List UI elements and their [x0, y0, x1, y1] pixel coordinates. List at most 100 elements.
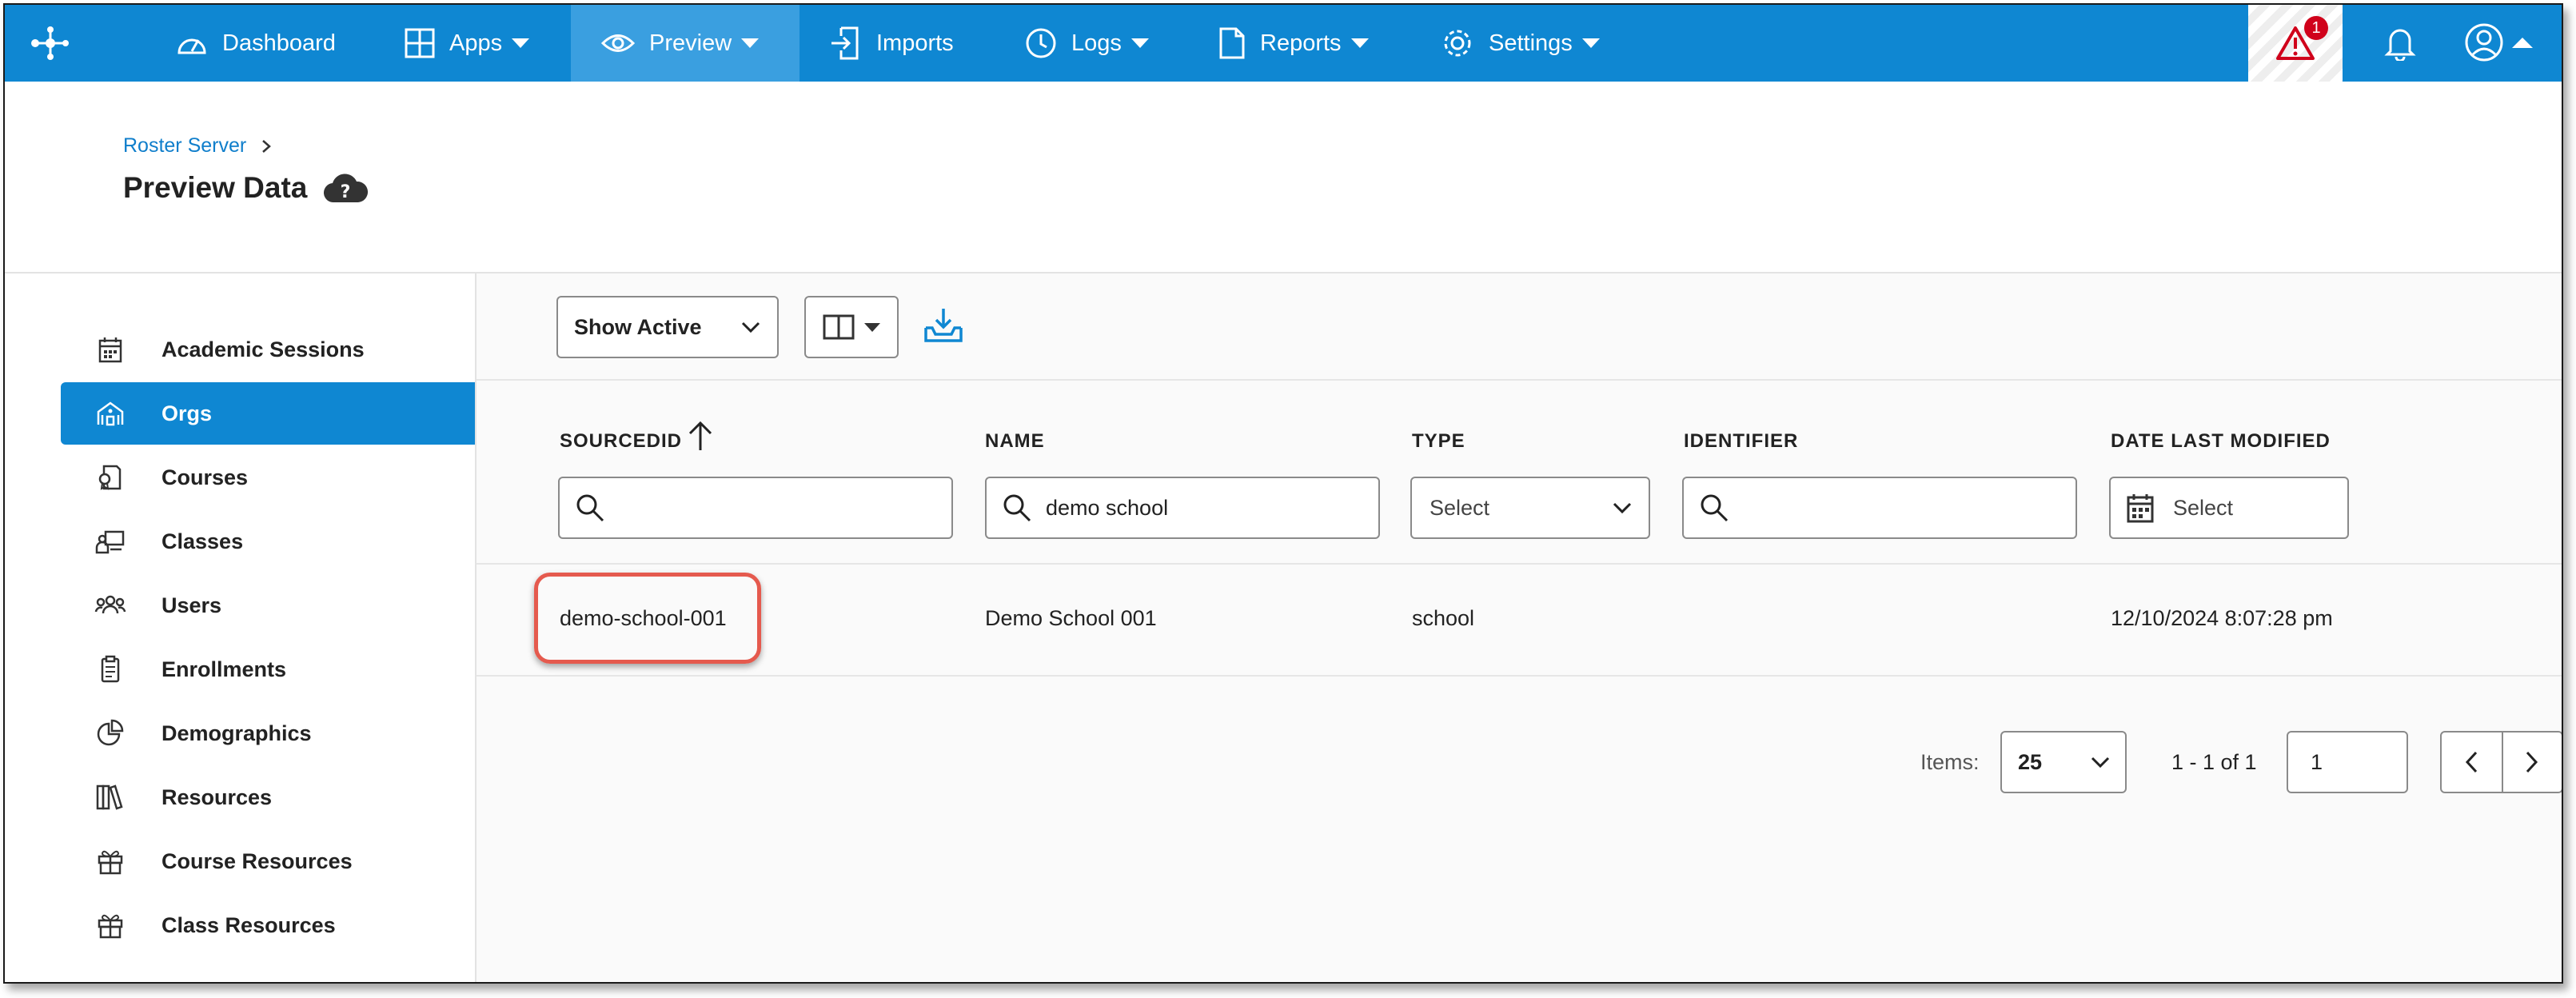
- chevron-down-icon: [2091, 756, 2110, 768]
- nav-apps-label: Apps: [449, 30, 503, 56]
- nav-reports[interactable]: Reports: [1218, 5, 1369, 82]
- sidebar-item-label: Resources: [161, 784, 273, 809]
- nav-settings[interactable]: Settings: [1441, 5, 1600, 82]
- nav-apps[interactable]: Apps: [405, 5, 530, 82]
- sidebar-item-academic-sessions[interactable]: Academic Sessions: [61, 318, 475, 381]
- eye-icon: [601, 34, 635, 52]
- nav-imports[interactable]: Imports: [830, 5, 954, 82]
- top-navigation-bar: Dashboard Apps Preview Imports Logs Repo…: [5, 5, 2562, 82]
- table-divider: [477, 675, 2562, 677]
- previous-page-button[interactable]: [2442, 733, 2503, 792]
- calendar-icon: [2127, 494, 2154, 523]
- svg-text:?: ?: [341, 182, 351, 202]
- column-header-date-last-modified[interactable]: DATE LAST MODIFIED: [2111, 430, 2331, 453]
- column-header-type[interactable]: TYPE: [1412, 430, 1465, 453]
- sidebar-item-enrollments[interactable]: Enrollments: [61, 638, 475, 701]
- status-filter-select[interactable]: Show Active: [556, 296, 779, 358]
- column-layout-button[interactable]: [804, 296, 899, 358]
- cell-date-last-modified: 12/10/2024 8:07:28 pm: [2111, 606, 2333, 630]
- nav-logs[interactable]: Logs: [1025, 5, 1149, 82]
- chevron-down-icon: [741, 38, 760, 48]
- column-header-identifier[interactable]: IDENTIFIER: [1684, 430, 1798, 453]
- chevron-right-icon: [2526, 751, 2538, 773]
- page-title-text: Preview Data: [123, 171, 308, 204]
- chevron-down-icon: [512, 38, 530, 48]
- columns-icon: [823, 314, 855, 340]
- classroom-icon: [95, 530, 125, 554]
- alerts-button[interactable]: 1: [2248, 5, 2343, 82]
- date-filter-picker[interactable]: Select: [2109, 477, 2349, 539]
- column-header-name[interactable]: NAME: [985, 430, 1045, 453]
- identifier-filter-input[interactable]: [1682, 477, 2077, 539]
- user-avatar-icon: [2465, 23, 2503, 62]
- column-header-sourcedid[interactable]: SOURCEDID: [560, 421, 714, 453]
- chevron-down-icon: [1581, 38, 1600, 48]
- sidebar-item-label: Class Resources: [161, 912, 336, 937]
- search-icon: [1701, 494, 1729, 522]
- sidebar-item-label: Users: [161, 593, 222, 617]
- import-icon: [831, 26, 859, 60]
- caret-down-icon: [864, 322, 880, 332]
- gift-box-icon: [98, 914, 123, 939]
- chevron-down-icon: [1350, 38, 1369, 48]
- network-logo-icon[interactable]: [29, 26, 72, 61]
- sidebar-item-classes[interactable]: Classes: [61, 510, 475, 573]
- sidebar-item-label: Orgs: [161, 401, 213, 425]
- column-header-label: DATE LAST MODIFIED: [2111, 430, 2331, 452]
- alert-count-badge: 1: [2304, 16, 2328, 40]
- gear-icon: [1444, 30, 1471, 57]
- cloud-help-icon[interactable]: ?: [323, 172, 369, 204]
- sidebar-item-orgs[interactable]: Orgs: [61, 382, 475, 445]
- nav-dashboard[interactable]: Dashboard: [176, 5, 336, 82]
- building-icon: [97, 401, 124, 426]
- sourcedid-filter-input[interactable]: [558, 477, 953, 539]
- course-icon: [98, 465, 122, 490]
- sidebar-item-label: Demographics: [161, 721, 312, 745]
- chevron-down-icon: [1613, 502, 1632, 514]
- highlight-callout: [534, 573, 761, 664]
- type-filter-value: Select: [1430, 495, 1490, 520]
- sidebar-item-courses[interactable]: Courses: [61, 446, 475, 509]
- search-icon: [1003, 494, 1031, 522]
- sidebar-item-users[interactable]: Users: [61, 574, 475, 637]
- sidebar-item-class-resources[interactable]: Class Resources: [61, 894, 475, 956]
- chevron-up-icon: [2512, 37, 2533, 48]
- chevron-down-icon: [741, 321, 760, 333]
- user-menu[interactable]: [2464, 22, 2533, 62]
- download-icon[interactable]: [923, 305, 964, 345]
- chevron-right-icon: [262, 139, 272, 153]
- pagination-range: 1 - 1 of 1: [2171, 750, 2257, 774]
- calendar-icon: [98, 337, 122, 363]
- nav-imports-label: Imports: [876, 30, 954, 56]
- search-icon: [576, 494, 604, 522]
- nav-dashboard-label: Dashboard: [222, 30, 336, 56]
- cell-name: Demo School 001: [985, 606, 1157, 630]
- gift-box-icon: [98, 850, 123, 875]
- sidebar-item-demographics[interactable]: Demographics: [61, 702, 475, 764]
- sidebar-item-label: Academic Sessions: [161, 337, 365, 361]
- items-per-page-label: Items:: [1920, 750, 1980, 774]
- sidebar-item-label: Courses: [161, 465, 249, 489]
- sidebar-item-course-resources[interactable]: Course Resources: [61, 830, 475, 892]
- page-size-value: 25: [2018, 749, 2043, 774]
- pagination-controls: [2440, 731, 2562, 793]
- breadcrumb-roster-server-link[interactable]: Roster Server: [123, 134, 246, 158]
- next-page-button[interactable]: [2503, 733, 2562, 792]
- bell-icon[interactable]: [2383, 24, 2418, 61]
- sort-ascending-icon[interactable]: [687, 420, 714, 452]
- page-number-input[interactable]: 1: [2287, 731, 2408, 793]
- books-icon: [96, 784, 123, 810]
- name-filter-input[interactable]: demo school: [985, 477, 1380, 539]
- page-title: Preview Data ?: [123, 171, 369, 205]
- nav-settings-label: Settings: [1489, 30, 1573, 56]
- page-size-select[interactable]: 25: [2000, 731, 2127, 793]
- sidebar-item-label: Course Resources: [161, 848, 353, 873]
- column-header-label: SOURCEDID: [560, 430, 683, 452]
- clipboard-icon: [101, 655, 120, 683]
- sidebar-item-resources[interactable]: Resources: [61, 766, 475, 828]
- breadcrumb: Roster Server: [123, 134, 272, 158]
- nav-preview[interactable]: Preview: [571, 5, 800, 82]
- type-filter-select[interactable]: Select: [1410, 477, 1650, 539]
- column-header-label: NAME: [985, 430, 1045, 452]
- document-icon: [1219, 27, 1245, 59]
